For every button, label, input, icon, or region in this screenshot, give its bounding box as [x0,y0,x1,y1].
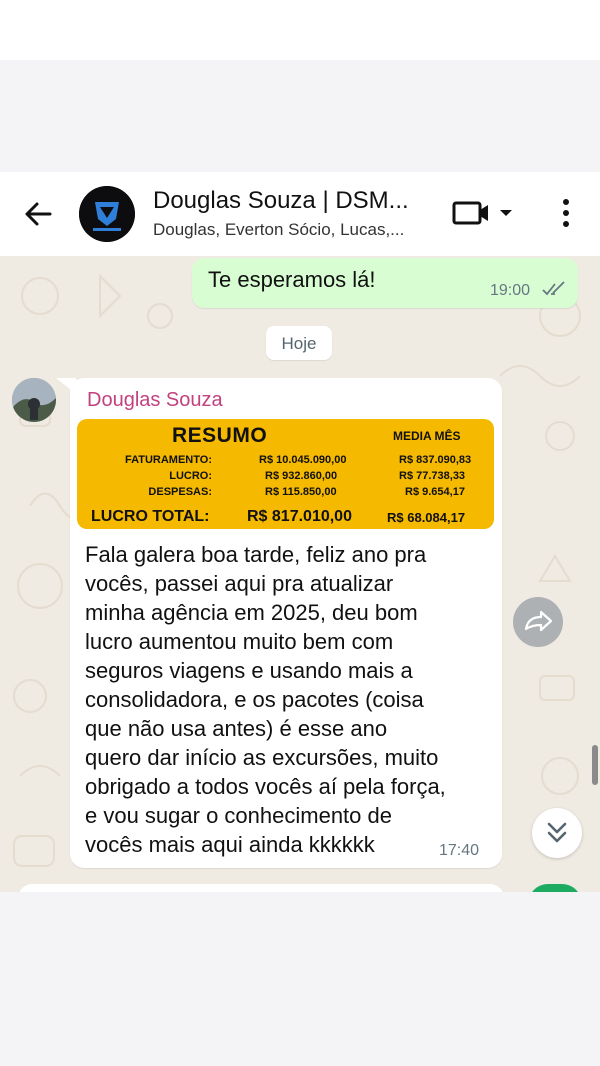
outgoing-message[interactable]: Te esperamos lá! 19:00 [192,258,578,308]
message-line: lucro aumentou muito bem com [85,629,394,654]
row-label: LUCRO: [169,470,212,482]
message-line: obrigado a todos vocês aí pela força, [85,774,446,799]
bottom-area [0,892,600,1066]
message-line: e vou sugar o conhecimento de [85,803,392,828]
message-time: 19:00 [490,282,531,299]
row-label: FATURAMENTO: [125,454,212,466]
message-line: Fala galera boa tarde, feliz ano pra [85,542,427,567]
scroll-to-bottom-button[interactable] [532,808,582,858]
message-line: vocês mais aqui ainda kkkkkk [85,832,375,857]
group-avatar[interactable] [79,186,135,242]
date-label: Hoje [281,334,317,353]
double-chevron-down-icon [547,822,567,843]
total-value: R$ 817.010,00 [247,508,352,525]
scrollbar-thumb[interactable] [592,745,598,785]
forward-icon [524,610,553,632]
total-media: R$ 68.084,17 [387,510,466,525]
group-logo-icon [79,186,135,242]
sender-name[interactable]: Douglas Souza [87,389,223,412]
message-line: consolidadora, e os pacotes (coisa [85,687,424,712]
more-vert-icon[interactable] [556,197,576,229]
row-media: R$ 837.090,83 [399,454,472,466]
total-label: LUCRO TOTAL: [91,508,210,525]
incoming-message[interactable]: Douglas Souza RESUMO MEDIA MÊS FATURAMEN… [70,378,502,868]
summary-image[interactable]: RESUMO MEDIA MÊS FATURAMENTO: R$ 10.045.… [77,419,494,529]
row-total: R$ 10.045.090,00 [259,454,347,466]
row-total: R$ 932.860,00 [265,470,338,482]
message-line: minha agência em 2025, deu bom [85,600,418,625]
message-line: que não usa antes) é esse ano [85,716,388,741]
back-arrow-icon[interactable] [20,196,56,232]
chat-participants[interactable]: Douglas, Everton Sócio, Lucas,... [153,220,404,240]
video-call-icon[interactable] [452,200,512,226]
chevron-down-icon [500,210,512,216]
forward-button[interactable] [513,597,563,647]
message-text: Te esperamos lá! [208,267,376,292]
row-media: R$ 77.738,33 [399,470,466,482]
row-total: R$ 115.850,00 [265,486,337,498]
message-time: 17:40 [439,842,480,859]
row-media: R$ 9.654,17 [405,486,465,498]
message-line: quero dar início as excursões, muito [85,745,439,770]
read-ticks-icon [542,281,565,296]
status-bar-area [0,0,600,60]
row-label: DESPESAS: [148,486,212,498]
message-line: seguros viagens e usando mais a [85,658,413,683]
date-chip: Hoje [266,326,332,360]
chat-title[interactable]: Douglas Souza | DSM... [153,187,409,215]
summary-title: RESUMO [172,424,268,447]
avatar-photo [12,378,56,422]
summary-media-header: MEDIA MÊS [393,429,461,443]
message-text: Fala galera boa tarde, feliz ano pra voc… [85,540,495,859]
message-line: vocês, passei aqui pra atualizar [85,571,394,596]
sender-avatar[interactable] [12,378,56,422]
